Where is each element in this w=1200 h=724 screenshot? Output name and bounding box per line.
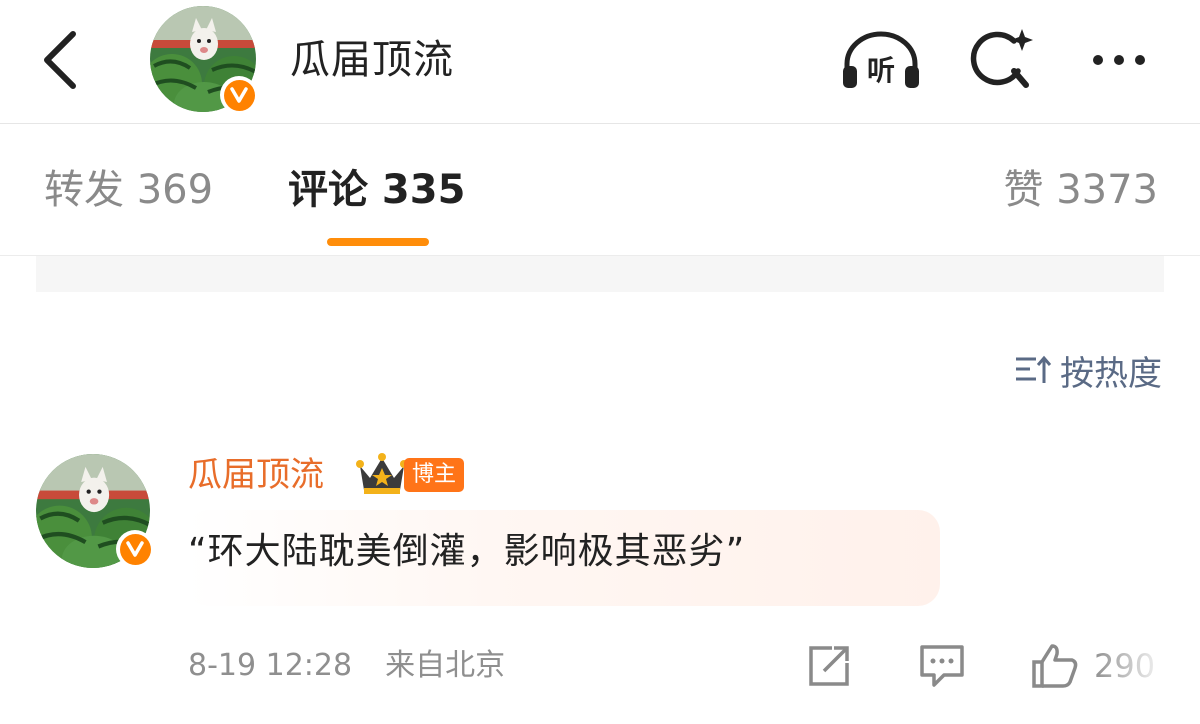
headphones-listen-icon: 听 xyxy=(843,31,919,88)
verified-badge xyxy=(116,530,154,568)
top-bar: 瓜届顶流 听 xyxy=(0,0,1200,124)
thumbs-up-icon xyxy=(1032,644,1078,688)
reply-button[interactable] xyxy=(918,640,966,692)
comment-icon xyxy=(920,645,964,687)
verified-v-icon xyxy=(126,541,144,557)
share-button[interactable] xyxy=(806,640,852,692)
verified-badge xyxy=(220,76,258,114)
comment-meta: 8-19 12:28 来自北京 xyxy=(188,646,505,686)
author-badge: 博主 xyxy=(404,458,465,492)
divider-bar xyxy=(36,256,1164,292)
comment-author-name[interactable]: 瓜届顶流 xyxy=(188,450,324,500)
tab-bar: 转发 369 评论 335 赞 3373 xyxy=(0,124,1200,256)
sort-button[interactable]: 按热度 xyxy=(1014,348,1162,394)
search-sparkle-icon xyxy=(970,29,1033,88)
back-arrow-icon xyxy=(44,31,76,89)
weibo-comments-page: 瓜届顶流 听 转发 369 评论 335 赞 3373 按热度 瓜届顶流 博主 … xyxy=(0,0,1200,724)
active-tab-indicator xyxy=(327,238,429,246)
tab-likes[interactable]: 赞 3373 xyxy=(1003,164,1158,216)
comment-text: “环大陆耽美倒灌，影响极其恶劣” xyxy=(188,531,746,572)
comment-avatar[interactable] xyxy=(36,454,154,568)
comment-time: 8-19 12:28 xyxy=(188,648,353,683)
back-button[interactable] xyxy=(36,28,86,92)
more-button[interactable] xyxy=(1076,22,1162,98)
search-button[interactable] xyxy=(958,22,1044,98)
page-title: 瓜届顶流 xyxy=(290,37,454,83)
sort-icon xyxy=(1014,355,1052,385)
comment-location: 来自北京 xyxy=(385,648,506,683)
like-button[interactable]: 290 xyxy=(1030,640,1155,692)
tab-reposts[interactable]: 转发 369 xyxy=(44,164,213,216)
sort-label: 按热度 xyxy=(1060,353,1162,394)
listen-icon-label: 听 xyxy=(867,54,895,87)
crown-icon xyxy=(356,452,408,496)
verified-v-icon xyxy=(230,87,248,103)
share-icon xyxy=(809,646,849,686)
tab-comments[interactable]: 评论 335 xyxy=(288,164,465,216)
header-avatar[interactable] xyxy=(150,6,258,114)
listen-button[interactable]: 听 xyxy=(838,22,924,98)
more-dots-icon xyxy=(1093,55,1145,65)
like-count: 290 xyxy=(1094,647,1156,685)
